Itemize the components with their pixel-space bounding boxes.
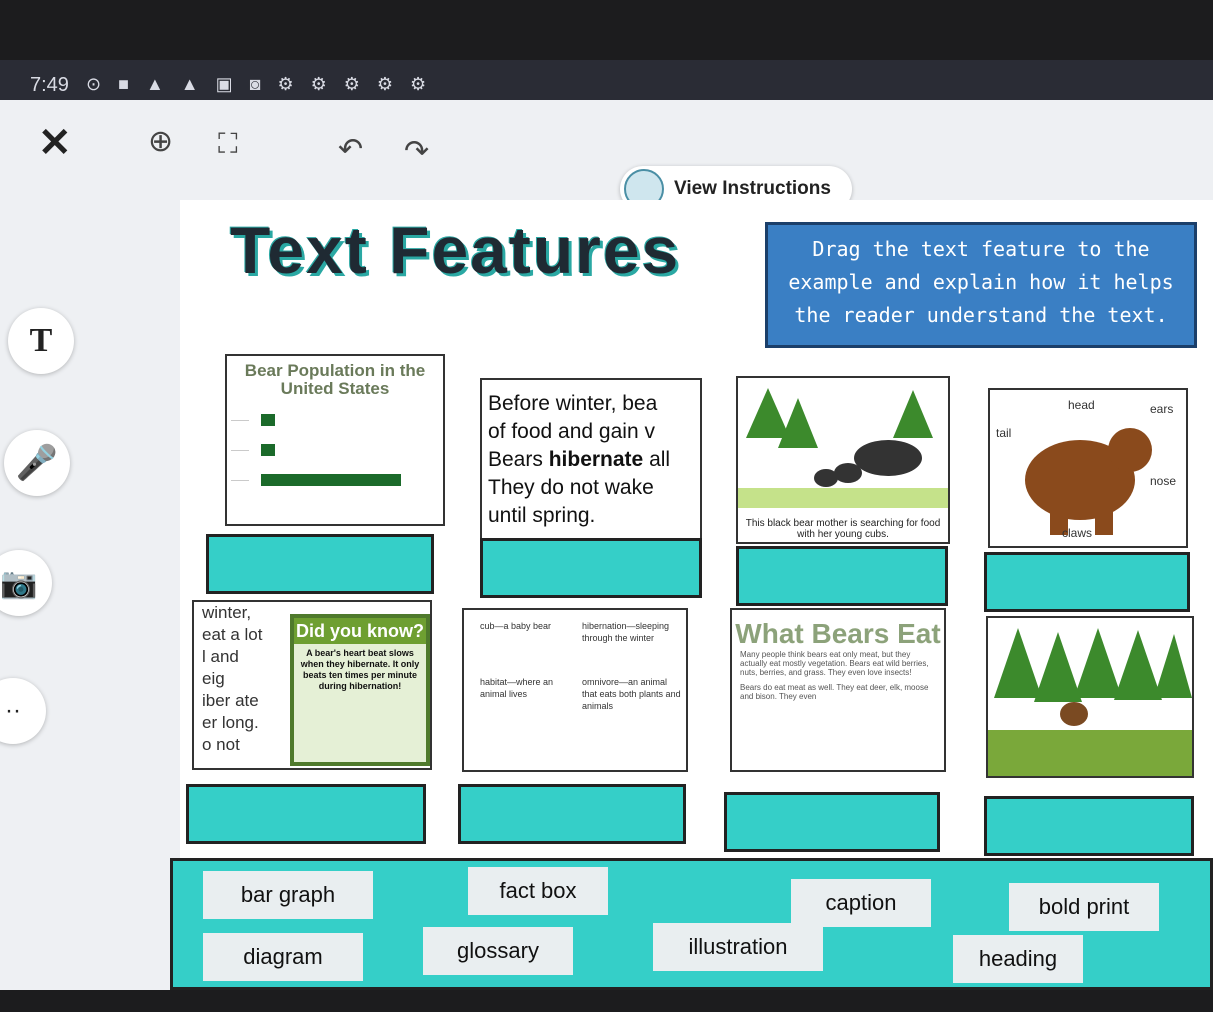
- bar-label: ———: [231, 478, 249, 484]
- fact-box-example: winter, eat a lot l and eig iber ate er …: [192, 600, 432, 770]
- view-instructions-label: View Instructions: [674, 178, 831, 199]
- diagram-label-claws: claws: [1062, 526, 1093, 540]
- word-chip-illustration[interactable]: illustration: [653, 923, 823, 971]
- page-title: Text Features: [230, 213, 681, 287]
- bar-label: ———: [231, 418, 249, 424]
- paragraph-fragment: winter, eat a lot l and eig iber ate er …: [202, 603, 263, 754]
- fullscreen-icon[interactable]: ⛶: [218, 128, 238, 161]
- answer-drop-zone[interactable]: [206, 534, 434, 594]
- redo-icon[interactable]: ↷: [404, 134, 429, 169]
- word-bank: bar graph fact box caption bold print di…: [170, 858, 1213, 990]
- paragraph-line: Before winter, bea: [488, 392, 658, 415]
- paragraph-line: of food and gain v: [488, 420, 655, 443]
- bar: [261, 444, 275, 456]
- bar: [261, 474, 401, 486]
- answer-drop-zone[interactable]: [724, 792, 940, 852]
- bold-print-example: Before winter, bea of food and gain v Be…: [480, 378, 702, 550]
- fact-box-body: A bear's heart beat slows when they hibe…: [300, 648, 420, 691]
- toolbar: ✕ ⊕ ⛶ ↶ ↷ View Instructions: [0, 100, 1213, 212]
- heading-body: Many people think bears eat only meat, b…: [740, 650, 929, 677]
- glossary-entry: cub—a baby bear: [480, 621, 552, 631]
- paragraph-line: until spring.: [488, 504, 596, 527]
- device-bezel: [0, 990, 1213, 1012]
- word-chip-bar-graph[interactable]: bar graph: [203, 871, 373, 919]
- diagram-example: head ears tail nose claws: [988, 388, 1188, 548]
- diagram-label-tail: tail: [996, 426, 1012, 440]
- answer-drop-zone[interactable]: [736, 546, 948, 606]
- heading-text: What Bears Eat: [735, 618, 941, 649]
- answer-drop-zone[interactable]: [984, 552, 1190, 612]
- answer-drop-zone[interactable]: [186, 784, 426, 844]
- diagram-label-head: head: [1068, 398, 1095, 412]
- glossary-example: cub—a baby bear habitat—where an animal …: [462, 608, 688, 772]
- glossary-entry: hibernation—sleeping through the winter: [582, 621, 670, 643]
- answer-drop-zone[interactable]: [984, 796, 1194, 856]
- word-chip-fact-box[interactable]: fact box: [468, 867, 608, 915]
- did-you-know-box: Did you know? A bear's heart beat slows …: [290, 614, 430, 766]
- paragraph-line: They do not wake: [488, 476, 654, 499]
- forest-illustration: [988, 628, 1192, 776]
- word-chip-heading[interactable]: heading: [953, 935, 1083, 983]
- instructions-box: Drag the text feature to the example and…: [765, 222, 1197, 348]
- bar: [261, 414, 275, 426]
- glossary-entry: habitat—where an animal lives: [480, 677, 554, 699]
- camera-icon[interactable]: 📷: [0, 550, 52, 616]
- word-chip-diagram[interactable]: diagram: [203, 933, 363, 981]
- word-chip-glossary[interactable]: glossary: [423, 927, 573, 975]
- heading-example: What Bears Eat Many people think bears e…: [730, 608, 946, 772]
- word-chip-bold-print[interactable]: bold print: [1009, 883, 1159, 931]
- microphone-icon[interactable]: 🎤: [4, 430, 70, 496]
- illustration-example: [986, 616, 1194, 778]
- text-tool-icon[interactable]: T: [8, 308, 74, 374]
- close-icon[interactable]: ✕: [38, 120, 72, 166]
- bar-graph-title: Bear Population in the United States: [244, 361, 426, 398]
- diagram-label-ears: ears: [1150, 402, 1174, 416]
- paragraph: Before winter, bea of food and gain v Be…: [482, 380, 700, 540]
- diagram-label-nose: nose: [1150, 474, 1177, 488]
- more-icon[interactable]: ··: [0, 678, 46, 744]
- bears-in-forest-illustration: [738, 388, 948, 508]
- zoom-in-icon[interactable]: ⊕: [148, 124, 173, 159]
- paragraph-line: Bears hibernate all: [488, 448, 671, 471]
- status-time: 7:49: [30, 74, 69, 96]
- caption-text: This black bear mother is searching for …: [745, 518, 941, 540]
- word-chip-caption[interactable]: caption: [791, 879, 931, 927]
- bar-label: ———: [231, 448, 249, 454]
- answer-drop-zone[interactable]: [458, 784, 686, 844]
- bold-word: hibernate: [548, 448, 644, 471]
- fact-box-title: Did you know?: [294, 618, 426, 644]
- glossary-entry: omnivore—an animal that eats both plants…: [582, 677, 681, 711]
- app-window: ✕ ⊕ ⛶ ↶ ↷ View Instructions T 🎤 📷 ·· Tex…: [0, 100, 1213, 990]
- heading-body-2: Bears do eat meat as well. They eat deer…: [740, 683, 929, 701]
- bar-graph-example: Bear Population in the United States ———…: [225, 354, 445, 526]
- undo-icon[interactable]: ↶: [338, 132, 363, 167]
- notification-icons: ⊙ ■ ▲ ▲ ▣ ◙ ⚙ ⚙ ⚙ ⚙ ⚙: [86, 74, 433, 94]
- answer-drop-zone[interactable]: [480, 538, 702, 598]
- caption-example: This black bear mother is searching for …: [736, 376, 950, 544]
